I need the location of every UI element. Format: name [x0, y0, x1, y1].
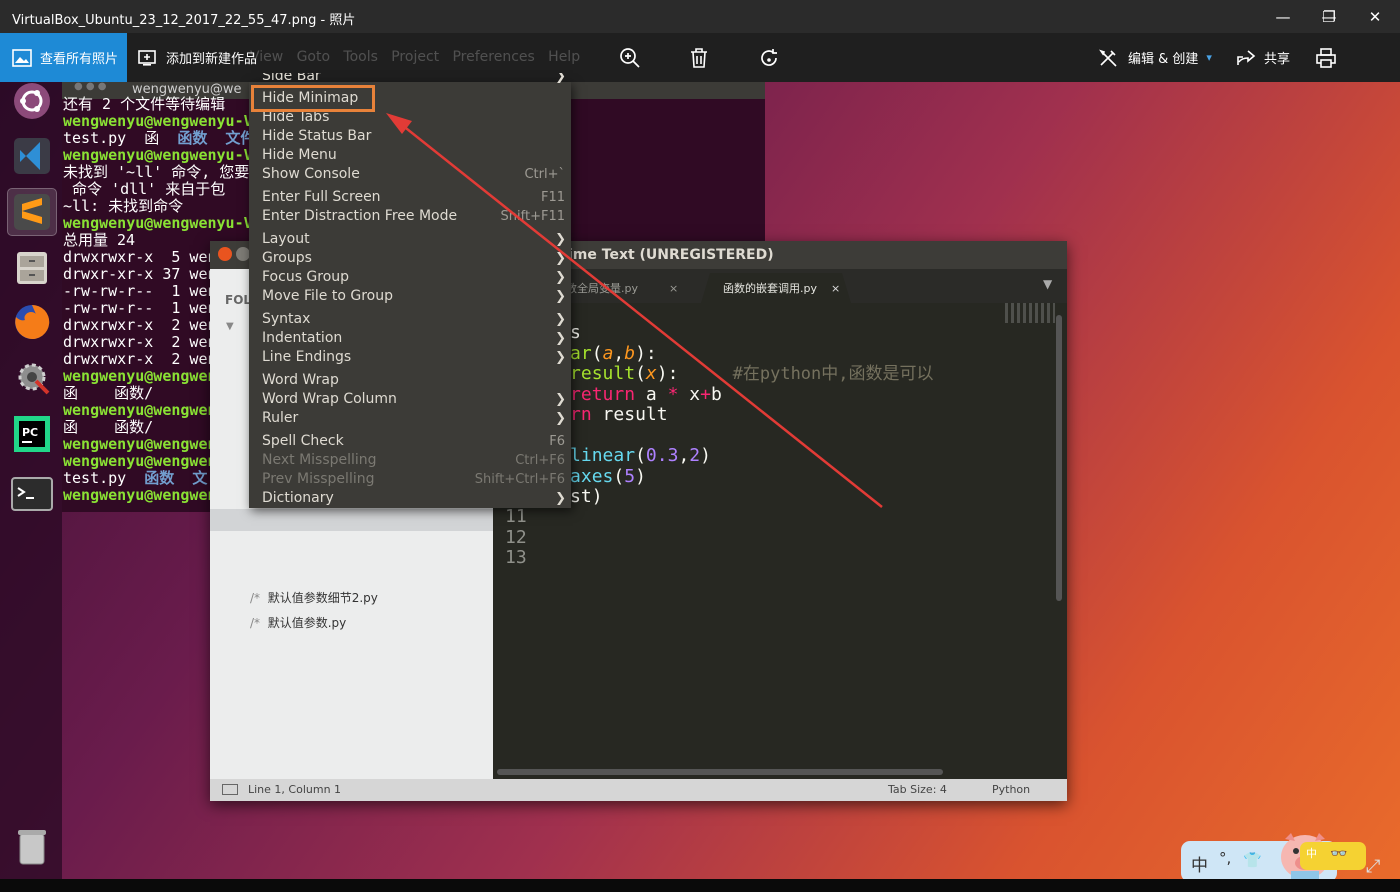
annotation-arrow — [386, 113, 883, 508]
photos-app: VirtualBox_Ubuntu_23_12_2017_22_55_47.pn… — [0, 0, 1400, 892]
fullscreen-expand-icon[interactable]: ⤢ — [1366, 856, 1380, 877]
ime-status-icon[interactable]: 中 👓 — [1300, 842, 1366, 870]
bottom-strip — [0, 879, 1400, 892]
glasses-icon: 👓 — [1330, 846, 1348, 862]
ime-small-label: 中 — [1306, 847, 1317, 860]
arrow-line — [396, 120, 883, 508]
